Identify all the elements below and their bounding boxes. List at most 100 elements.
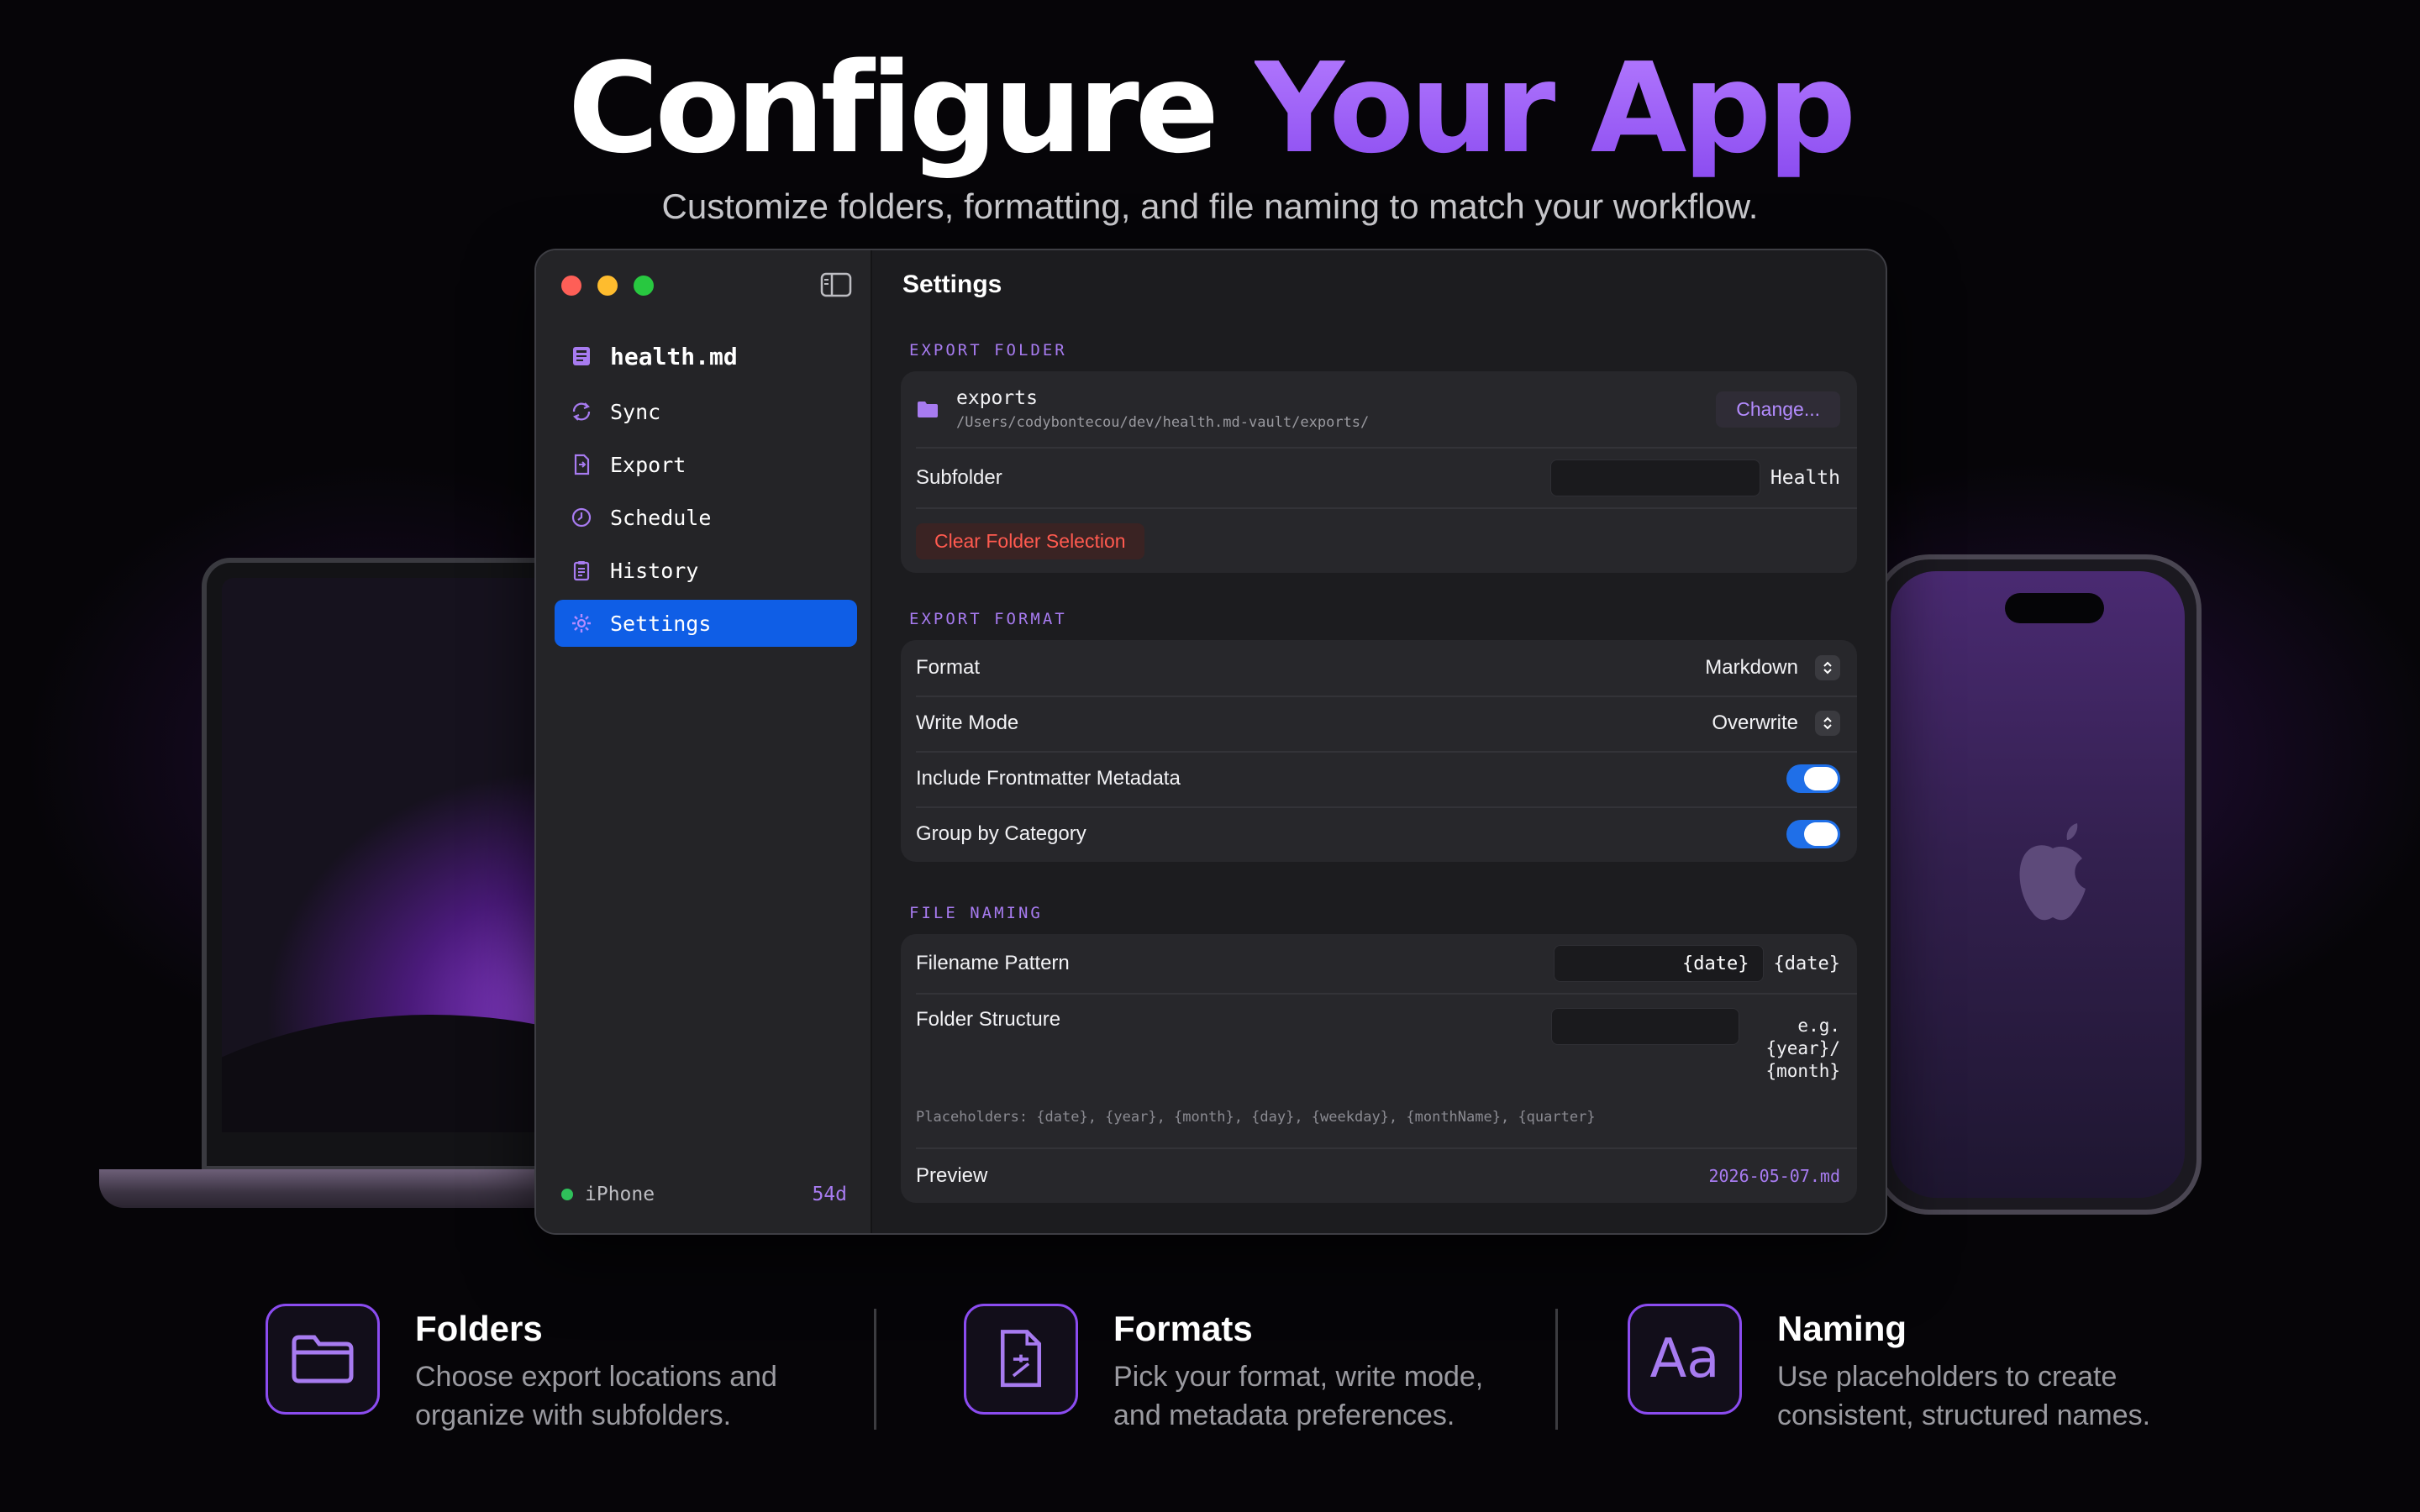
format-select[interactable]: Markdown [1705,655,1840,680]
sidebar-item-label: History [610,558,699,583]
clipboard-icon [573,561,590,581]
group-by-category-toggle[interactable] [1786,820,1840,848]
sidebar-item-schedule[interactable]: Schedule [555,494,857,541]
feature-description-line: Use placeholders to create [1777,1361,2118,1393]
page-title: Configure Your App [0,37,2420,180]
laptop-screen [222,578,555,1132]
iphone-device [1874,554,2202,1215]
page-subtitle: Customize folders, formatting, and file … [661,186,1759,226]
export-format-section-label: EXPORT FORMAT [909,610,1067,628]
feature-title: Formats [1113,1309,1253,1348]
group-by-category-label: Group by Category [916,822,1086,845]
feature-description-line: and metadata preferences. [1113,1399,1455,1431]
sidebar-item-history[interactable]: History [555,547,857,594]
sidebar-item-label: Settings [610,611,712,636]
sidebar-toggle-icon[interactable] [820,272,852,297]
chevron-up-down-icon [1815,655,1840,680]
export-folder-group: exports /Users/codybontecou/dev/health.m… [901,371,1857,573]
write-mode-value: Overwrite [1712,711,1798,734]
format-label: Format [916,656,981,679]
chevron-up-down-icon [1815,711,1840,736]
folder-icon [292,1335,354,1383]
iphone-screen [1891,571,2185,1198]
feature-description-line: organize with subfolders. [415,1399,732,1431]
feature-divider [1555,1309,1558,1430]
sidebar-item-export[interactable]: Export [555,441,857,488]
folder-row: exports /Users/codybontecou/dev/health.m… [901,371,1857,447]
text-aa-icon: Aa [1649,1328,1720,1390]
settings-title: Settings [902,270,1002,298]
folder-path: /Users/codybontecou/dev/health.md-vault/… [956,414,1370,431]
preview-label: Preview [916,1164,988,1187]
app-doc-icon [573,347,590,365]
sidebar-item-label: Export [610,452,687,477]
feature-divider [874,1309,876,1430]
gear-icon [572,614,591,633]
app-name: health.md [610,342,738,370]
filename-pattern-label: Filename Pattern [916,952,1070,974]
feature-title: Folders [415,1309,543,1348]
change-folder-button[interactable]: Change... [1716,391,1840,428]
laptop-device [202,558,555,1171]
sync-icon [572,402,591,421]
close-window-button[interactable] [561,276,581,296]
feature-description: Use placeholders to create consistent, s… [1777,1357,2197,1435]
folder-structure-example-line: {month} [1765,1061,1840,1081]
folder-structure-input[interactable] [1551,1008,1739,1045]
connected-status-dot [561,1189,573,1200]
frontmatter-toggle[interactable] [1786,764,1840,793]
document-format-icon [1000,1330,1042,1388]
feature-title: Naming [1777,1309,1907,1348]
zoom-window-button[interactable] [634,276,654,296]
sidebar-item-settings[interactable]: Settings [555,600,857,647]
folder-structure-example-line: {year}/ [1765,1038,1840,1058]
filename-pattern-input[interactable]: {date} [1553,945,1764,982]
feature-icon-box [266,1304,380,1415]
export-folder-section-label: EXPORT FOLDER [909,341,1067,360]
preview-row: Preview 2026-05-07.md [901,1149,1857,1203]
export-format-group: Format Markdown Write Mode Overwrite Inc… [901,640,1857,862]
title-accent: Your App [1254,36,1857,181]
filename-pattern-value: {date} [1773,953,1840,974]
device-name: iPhone [585,1184,655,1205]
sidebar-item-sync[interactable]: Sync [555,388,857,435]
filename-pattern-row: Filename Pattern {date} {date} [901,934,1857,993]
write-mode-row: Write Mode Overwrite [901,696,1857,751]
laptop-wallpaper-curve [222,1015,555,1132]
sidebar-app-title[interactable]: health.md [555,333,857,380]
feature-icon-box [964,1304,1078,1415]
title-plain: Configure [567,36,1219,181]
folder-structure-label: Folder Structure [916,1008,1061,1031]
placeholders-hint: Placeholders: {date}, {year}, {month}, {… [916,1109,1596,1126]
sidebar-item-label: Schedule [610,505,712,530]
feature-description-line: consistent, structured names. [1777,1399,2151,1431]
subfolder-label: Subfolder [916,466,1002,489]
feature-description: Pick your format, write mode, and metada… [1113,1357,1534,1435]
laptop-base [99,1169,570,1208]
minimize-window-button[interactable] [597,276,618,296]
feature-description: Choose export locations and organize wit… [415,1357,835,1435]
apple-logo-icon [2019,823,2086,921]
feature-description-line: Pick your format, write mode, [1113,1361,1484,1393]
folder-structure-row: Folder Structure e.g. {year}/ {month} [901,995,1857,1085]
preview-value: 2026-05-07.md [1708,1166,1840,1186]
clear-folder-selection-button[interactable]: Clear Folder Selection [916,522,1144,559]
folder-icon [918,402,938,417]
export-document-icon [574,454,590,475]
file-naming-group: Filename Pattern {date} {date} Folder St… [901,934,1857,1203]
subfolder-row: Subfolder Health [901,449,1857,507]
write-mode-label: Write Mode [916,711,1019,734]
app-window: health.md Sync Export Schedule History S… [534,249,1887,1235]
subfolder-input[interactable] [1549,459,1760,496]
feature-icon-box: Aa [1628,1304,1742,1415]
sidebar: health.md Sync Export Schedule History S… [536,250,872,1233]
clear-folder-row: Clear Folder Selection [901,509,1857,573]
feature-description-line: Choose export locations and [415,1361,777,1393]
group-by-category-row: Group by Category [901,806,1857,862]
folder-structure-example: e.g. {year}/ {month} [1756,1015,1840,1083]
write-mode-select[interactable]: Overwrite [1712,711,1840,736]
subfolder-value: Health [1770,467,1840,489]
format-value: Markdown [1705,656,1798,679]
frontmatter-row: Include Frontmatter Metadata [901,751,1857,806]
sidebar-item-label: Sync [610,399,661,424]
